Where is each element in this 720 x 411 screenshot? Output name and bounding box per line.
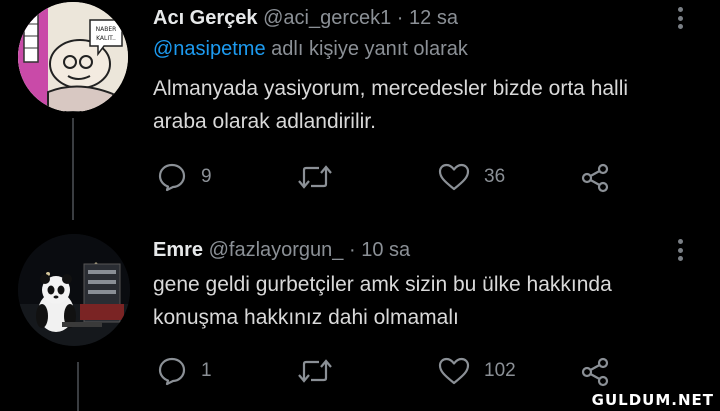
user-handle[interactable]: @fazlayorgun_ bbox=[209, 239, 344, 261]
reply-button[interactable]: 9 bbox=[157, 162, 212, 192]
reply-count: 1 bbox=[201, 360, 212, 381]
reply-count: 9 bbox=[201, 166, 212, 187]
svg-text:NABER: NABER bbox=[96, 26, 117, 33]
share-icon bbox=[581, 163, 609, 193]
separator: · bbox=[348, 239, 356, 261]
replying-to-suffix: adlı kişiye yanıt olarak bbox=[265, 38, 468, 60]
tweet-header: Acı Gerçek @aci_gercek1 · 12 sa bbox=[153, 6, 458, 30]
tweet-1[interactable]: NABER KALIT.. Acı Gerçek @aci_gercek1 · … bbox=[0, 0, 720, 220]
like-count: 36 bbox=[484, 166, 506, 187]
more-options-icon[interactable] bbox=[670, 4, 690, 32]
separator: · bbox=[396, 7, 404, 29]
share-icon bbox=[581, 357, 609, 387]
retweet-button[interactable] bbox=[297, 162, 333, 192]
watermark: GULDUM.NET bbox=[591, 391, 714, 409]
retweet-icon bbox=[298, 359, 332, 383]
reply-button[interactable]: 1 bbox=[157, 356, 212, 386]
panda-avatar-image bbox=[18, 234, 130, 346]
like-button[interactable]: 102 bbox=[438, 356, 516, 386]
like-count: 102 bbox=[484, 360, 516, 381]
comment-bubble-icon bbox=[158, 357, 186, 386]
comment-bubble-icon bbox=[158, 163, 186, 192]
thread-line bbox=[77, 362, 79, 411]
svg-text:KALIT..: KALIT.. bbox=[96, 35, 116, 42]
tweet-text: Almanyada yasiyorum, mercedesler bizde o… bbox=[153, 77, 629, 133]
replying-to: @nasipetme adlı kişiye yanıt olarak bbox=[153, 38, 468, 61]
display-name[interactable]: Emre bbox=[153, 239, 203, 261]
cartoon-avatar-image: NABER KALIT.. bbox=[18, 2, 128, 112]
more-options-icon[interactable] bbox=[670, 236, 690, 264]
timestamp[interactable]: 12 sa bbox=[409, 7, 458, 29]
heart-icon bbox=[438, 163, 470, 191]
retweet-button[interactable] bbox=[297, 356, 333, 386]
retweet-icon bbox=[298, 165, 332, 189]
tweet-header: Emre @fazlayorgun_ · 10 sa bbox=[153, 238, 410, 262]
heart-icon bbox=[438, 357, 470, 385]
avatar[interactable] bbox=[18, 234, 130, 346]
display-name[interactable]: Acı Gerçek bbox=[153, 7, 258, 29]
like-button[interactable]: 36 bbox=[438, 162, 505, 192]
user-handle[interactable]: @aci_gercek1 bbox=[263, 7, 391, 29]
tweet-text: gene geldi gurbetçiler amk sizin bu ülke… bbox=[153, 273, 612, 329]
avatar[interactable]: NABER KALIT.. bbox=[18, 2, 128, 112]
share-button[interactable] bbox=[579, 356, 611, 388]
tweet-2[interactable]: Emre @fazlayorgun_ · 10 sa gene geldi gu… bbox=[0, 222, 720, 411]
mention-link[interactable]: @nasipetme bbox=[153, 38, 266, 60]
share-button[interactable] bbox=[579, 162, 611, 194]
thread-line bbox=[72, 118, 74, 220]
timestamp[interactable]: 10 sa bbox=[361, 239, 410, 261]
